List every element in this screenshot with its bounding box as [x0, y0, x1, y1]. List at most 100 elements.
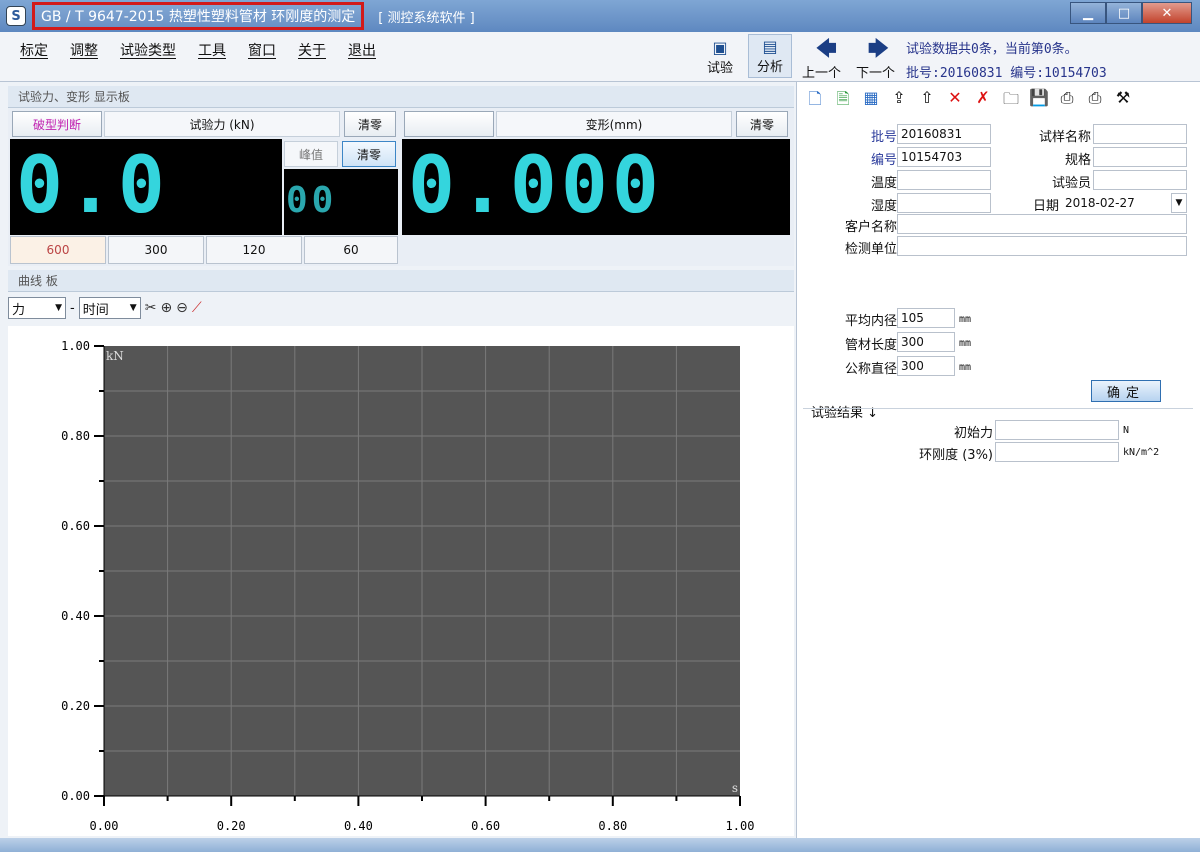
menu-window[interactable]: 窗口 — [248, 40, 276, 60]
inner-diameter-label: 平均内径 — [844, 314, 897, 329]
print-preview-icon[interactable]: ⎙ — [1085, 88, 1105, 115]
analysis-mode-button[interactable]: ▤ 分析 — [748, 34, 792, 78]
x-axis-select[interactable]: 时间 ▼ — [78, 297, 141, 319]
new-record-icon[interactable]: 🗋 — [805, 88, 825, 115]
humidity-input[interactable] — [897, 193, 991, 213]
range-60-button[interactable]: 60 — [304, 236, 398, 264]
results-divider — [803, 408, 1193, 409]
test-mode-button[interactable]: ▣ 试验 — [698, 34, 742, 78]
record-navigator: 🡄 🡆 上一个 下一个 试验数据共0条，当前第0条。 批号:20160831 编… — [796, 32, 1200, 82]
number-input[interactable]: 10154703 — [897, 147, 991, 167]
menu-test-type[interactable]: 试验类型 — [120, 40, 176, 60]
chevron-down-icon: ▼ — [1175, 198, 1183, 208]
folder-icon[interactable]: 🗀 — [1001, 88, 1021, 115]
force-clear-button[interactable]: 清零 — [344, 111, 396, 137]
date-label: 日期 — [1032, 199, 1059, 214]
grid-icon[interactable]: ▦ — [861, 88, 881, 115]
display-panel-title: 试验力、变形 显示板 — [8, 86, 794, 108]
app-icon: S — [6, 6, 26, 26]
humidity-label: 湿度 — [870, 199, 897, 214]
zoom-in-icon[interactable]: ⊕ — [160, 300, 172, 316]
delete-all-icon[interactable]: ✗ — [973, 88, 993, 115]
peak-clear-button[interactable]: 清零 — [342, 141, 396, 167]
initial-force-input[interactable] — [995, 420, 1119, 440]
date-dropdown[interactable]: ▼ — [1171, 193, 1187, 213]
y-tick-label: 1.00 — [61, 339, 90, 353]
pipe-length-unit: mm — [959, 338, 972, 349]
zoom-out-icon[interactable]: ⊖ — [176, 300, 188, 316]
y-tick-label: 0.60 — [61, 519, 90, 533]
curve-panel-title: 曲线 板 — [8, 270, 794, 292]
export-icon[interactable]: ⇧ — [917, 88, 937, 115]
close-button[interactable]: ✕ — [1142, 2, 1192, 24]
minimize-button[interactable]: ▁ — [1070, 2, 1106, 24]
window-title: GB / T 9647-2015 热塑性塑料管材 环刚度的测定 — [32, 2, 365, 30]
deform-blank-button[interactable] — [404, 111, 494, 137]
peak-label: 峰值 — [284, 141, 338, 167]
menu-exit[interactable]: 退出 — [348, 40, 376, 60]
y-tick-label: 0.80 — [61, 429, 90, 443]
save-icon[interactable]: 💾 — [1029, 88, 1049, 115]
delete-icon[interactable]: ✕ — [945, 88, 965, 115]
maximize-button[interactable]: □ — [1106, 2, 1142, 24]
y-axis-select[interactable]: 力 ▼ — [8, 297, 66, 319]
force-value: 0.0 — [16, 141, 169, 231]
tools-icon[interactable]: ✂ — [145, 300, 157, 316]
next-record-button[interactable]: 下一个 — [856, 62, 895, 81]
pipe-length-label: 管材长度 — [844, 338, 897, 353]
x-tick-label: 0.20 — [217, 819, 246, 833]
sample-name-input[interactable] — [1093, 124, 1187, 144]
inspection-unit-input[interactable] — [897, 236, 1187, 256]
prev-record-button[interactable]: 上一个 — [802, 62, 841, 81]
chevron-down-icon: ▼ — [55, 303, 62, 313]
temperature-input[interactable] — [897, 170, 991, 190]
pipe-length-input[interactable]: 300 — [897, 332, 955, 352]
y-tick-label: 0.20 — [61, 699, 90, 713]
upload-icon[interactable]: ⇪ — [889, 88, 909, 115]
menu-tools[interactable]: 工具 — [198, 40, 226, 60]
settings-icon[interactable]: ⚒ — [1113, 88, 1133, 115]
taskbar — [0, 838, 1200, 852]
force-label: 试验力 (kN) — [104, 111, 340, 137]
range-300-button[interactable]: 300 — [108, 236, 204, 264]
batch-label: 批号 — [870, 130, 897, 145]
nominal-diameter-label: 公称直径 — [844, 362, 897, 377]
inner-diameter-input[interactable]: 105 — [897, 308, 955, 328]
tester-label: 试验员 — [1051, 176, 1091, 191]
title-bar: S GB / T 9647-2015 热塑性塑料管材 环刚度的测定 [ 测控系统… — [0, 0, 1200, 32]
ring-stiffness-label: 环刚度 (3%) — [919, 448, 993, 463]
x-tick-label: 0.40 — [344, 819, 373, 833]
batch-input[interactable]: 20160831 — [897, 124, 991, 144]
confirm-button[interactable]: 确定 — [1091, 380, 1161, 402]
window-subtitle: [ 测控系统软件 ] — [378, 10, 475, 26]
add-record-icon[interactable]: 🗎 — [833, 88, 853, 115]
inspection-unit-label: 检测单位 — [844, 242, 897, 257]
monitor-icon: ▣ — [712, 38, 728, 57]
menu-adjust[interactable]: 调整 — [70, 40, 98, 60]
tester-input[interactable] — [1093, 170, 1187, 190]
curve-chart: 0.00 0.20 0.40 0.60 0.80 1.00 0.00 0.20 0.40 0.60… — [8, 326, 794, 836]
deform-label: 变形(mm) — [496, 111, 732, 137]
break-judge-button[interactable]: 破型判断 — [12, 111, 102, 137]
record-batch-number: 批号:20160831 编号:10154703 — [906, 66, 1107, 81]
menu-about[interactable]: 关于 — [298, 40, 326, 60]
curve-edit-icon[interactable]: ⟋ — [192, 300, 202, 316]
customer-input[interactable] — [897, 214, 1187, 234]
date-input[interactable]: 2018-02-27 — [1061, 193, 1171, 213]
chevron-down-icon: ▼ — [129, 303, 137, 313]
range-120-button[interactable]: 120 — [206, 236, 302, 264]
curve-chart-svg: 0.00 0.20 0.40 0.60 0.80 1.00 0.00 0.20 0.40 0.60… — [61, 339, 754, 833]
ring-stiffness-unit: kN/m^2 — [1123, 447, 1160, 458]
spec-input[interactable] — [1093, 147, 1187, 167]
sample-name-label: 试样名称 — [1038, 130, 1091, 145]
deform-value: 0.000 — [408, 141, 663, 231]
ring-stiffness-input[interactable] — [995, 442, 1119, 462]
print-icon[interactable]: ⎙ — [1057, 88, 1077, 115]
range-600-button[interactable]: 600 — [10, 236, 106, 264]
x-tick-label: 0.60 — [471, 819, 500, 833]
nominal-diameter-input[interactable]: 300 — [897, 356, 955, 376]
test-results-label: 试验结果 ↓ — [811, 406, 879, 421]
initial-force-unit: N — [1123, 425, 1130, 436]
menu-calibrate[interactable]: 标定 — [20, 40, 48, 60]
deform-clear-button[interactable]: 清零 — [736, 111, 788, 137]
